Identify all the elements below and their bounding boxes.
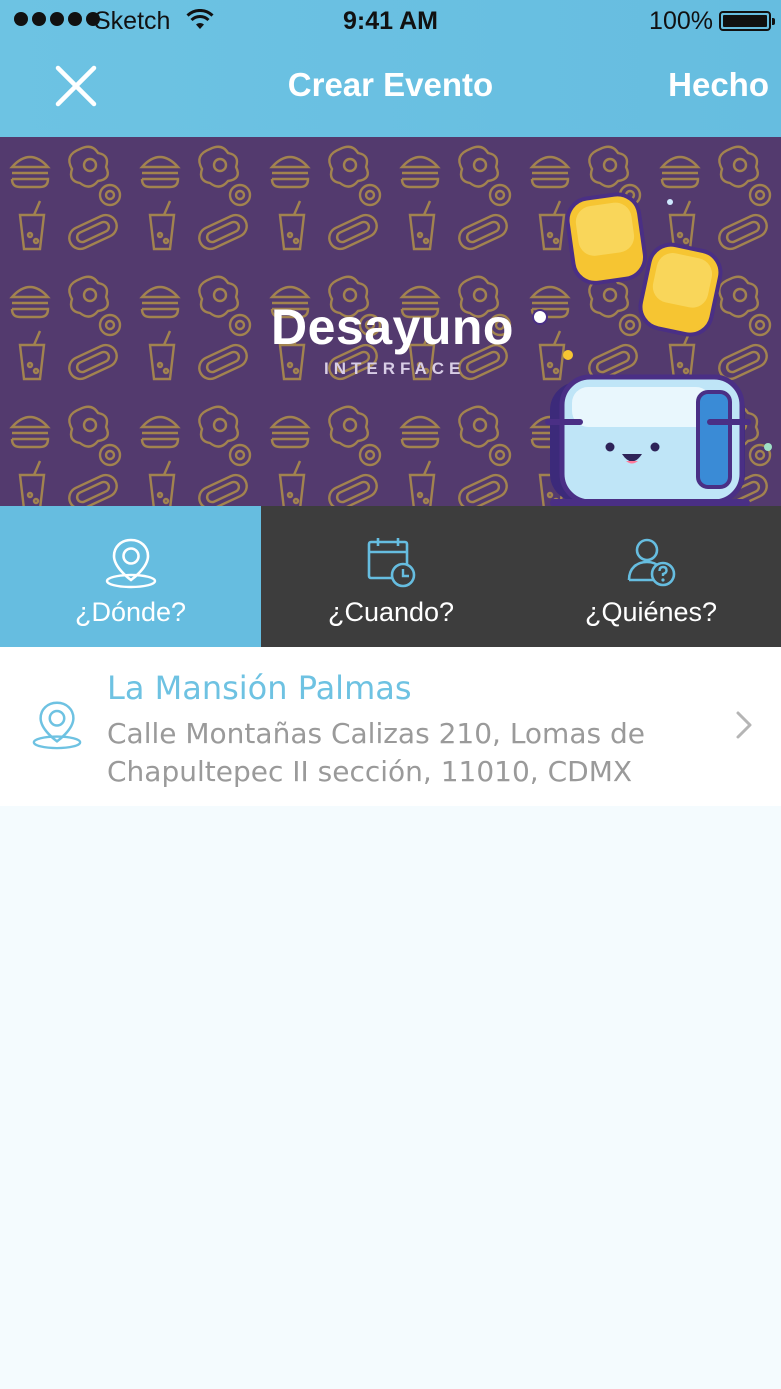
calendar-clock-icon: [367, 538, 416, 588]
tab-who[interactable]: ¿Quiénes?: [521, 506, 781, 647]
chevron-right-icon[interactable]: [733, 710, 755, 740]
close-icon[interactable]: [52, 62, 100, 110]
event-tabs: ¿Dónde? ¿Cuando? ¿Quiénes?: [0, 506, 781, 647]
toaster-illustration: [532, 192, 772, 506]
tab-when-label: ¿Cuando?: [327, 597, 455, 627]
status-bar: Sketch 9:41 AM 100%: [0, 0, 781, 42]
location-pin-icon: [32, 701, 82, 750]
done-button[interactable]: Hecho: [668, 66, 769, 104]
page-title: Crear Evento: [287, 66, 494, 103]
user-question-icon: [627, 538, 676, 587]
battery-percentage: 100%: [649, 7, 713, 35]
tab-when[interactable]: ¿Cuando?: [261, 506, 521, 647]
tab-where[interactable]: ¿Dónde?: [0, 506, 261, 647]
battery-icon: [719, 11, 775, 31]
location-address: Calle Montañas Calizas 210, Lomas de Cha…: [107, 717, 645, 788]
location-name: La Mansión Palmas: [107, 669, 412, 707]
location-pin-icon: [105, 538, 156, 589]
tab-who-label: ¿Quiénes?: [584, 597, 718, 627]
location-list-item[interactable]: La Mansión Palmas Calle Montañas Calizas…: [0, 647, 781, 806]
banner-subtitle: INTERFACE: [324, 359, 466, 378]
tab-where-label: ¿Dónde?: [74, 597, 187, 627]
banner-title: Desayuno: [271, 299, 514, 355]
event-banner: Desayuno INTERFACE: [0, 137, 781, 506]
top-bar: Sketch 9:41 AM 100% Crear Evento Hecho: [0, 0, 781, 137]
empty-content-area: [0, 806, 781, 1389]
